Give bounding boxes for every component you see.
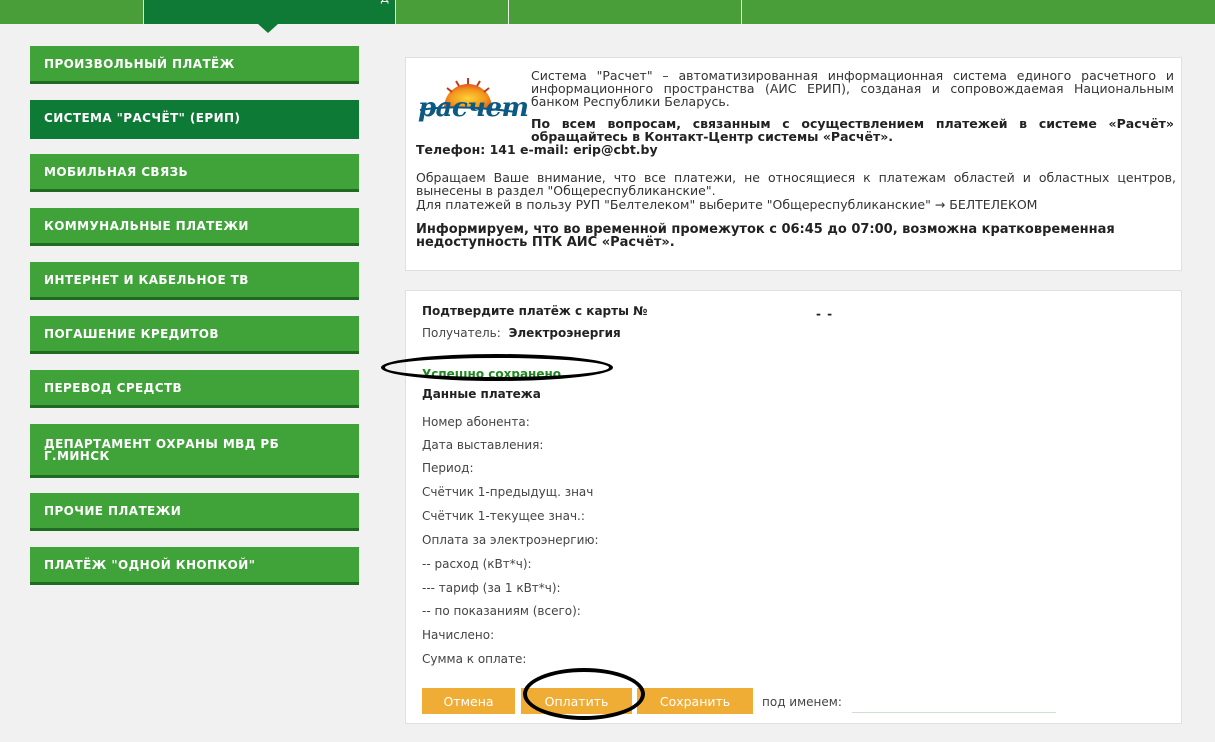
contact-details: Телефон: 141 e-mail: erip@cbt.by — [416, 142, 658, 157]
sidebar-item-loans[interactable]: ПОГАШЕНИЕ КРЕДИТОВ — [30, 316, 359, 354]
payment-details-title: Данные платежа — [422, 387, 541, 401]
logo-text: расчет — [418, 93, 529, 123]
sidebar-item-label: СИСТЕМА "РАСЧЁТ" (ЕРИП) — [44, 111, 241, 125]
card-number-masked: - - — [816, 307, 834, 321]
sidebar-item-label: ПЕРЕВОД СРЕДСТВ — [44, 380, 183, 395]
sidebar-item-label: ПЛАТЁЖ "ОДНОЙ КНОПКОЙ" — [44, 557, 256, 572]
cancel-button[interactable]: Отмена — [422, 688, 515, 714]
annotation-circle — [381, 354, 613, 381]
sidebar-item-label: ИНТЕРНЕТ И КАБЕЛЬНОЕ ТВ — [44, 272, 249, 287]
save-button[interactable]: Сохранить — [637, 688, 753, 714]
recipient-label: Получатель: — [422, 326, 501, 340]
field-by-readings-total: -- по показаниям (всего): — [422, 604, 581, 618]
recipient-value: Электроэнергия — [508, 326, 621, 340]
sidebar-item-mobile[interactable]: МОБИЛЬНАЯ СВЯЗЬ — [30, 154, 359, 192]
top-nav-tab[interactable] — [508, 0, 741, 24]
contact-center-notice: По всем вопросам, связанным с осуществле… — [531, 116, 1174, 144]
sidebar-item-label: МОБИЛЬНАЯ СВЯЗЬ — [44, 164, 189, 179]
field-subscriber-number: Номер абонента: — [422, 415, 530, 429]
sidebar-item-label: ПОГАШЕНИЕ КРЕДИТОВ — [44, 326, 219, 341]
field-amount-due: Сумма к оплате: — [422, 652, 527, 666]
sidebar-item-transfers[interactable]: ПЕРЕВОД СРЕДСТВ — [30, 370, 359, 408]
sidebar-item-label: ПРОИЗВОЛЬНЫЙ ПЛАТЁЖ — [44, 56, 235, 71]
top-nav-tab-label: Д — [380, 0, 389, 5]
field-meter-current: Счётчик 1-текущее знач.: — [422, 509, 585, 523]
maintenance-notice: Информируем, что во временной промежуток… — [416, 222, 1115, 250]
field-consumption: -- расход (кВт*ч): — [422, 557, 532, 571]
sidebar-item-security-dept[interactable]: ДЕПАРТАМЕНТ ОХРАНЫ МВД РБ Г.МИНСК — [30, 424, 359, 478]
save-name-input[interactable] — [852, 689, 1056, 713]
sidebar-item-other[interactable]: ПРОЧИЕ ПЛАТЕЖИ — [30, 493, 359, 531]
field-period: Период: — [422, 461, 474, 475]
top-nav-bar: Д — [0, 0, 1215, 33]
recipient-row: Получатель: Электроэнергия — [422, 326, 621, 340]
top-nav-tab[interactable] — [395, 0, 508, 24]
field-issue-date: Дата выставления: — [422, 438, 544, 452]
payment-confirmation-form: Подтвердите платёж с карты № - - Получат… — [381, 290, 1182, 724]
beltelecom-notice: Для платежей в пользу РУП "Белтелеком" в… — [416, 197, 1038, 212]
sidebar-item-label: ПРОЧИЕ ПЛАТЕЖИ — [44, 503, 182, 518]
system-description: Система "Расчет" – автоматизированная ин… — [531, 68, 1174, 109]
field-electricity-payment: Оплата за электроэнергию: — [422, 533, 599, 547]
field-meter-previous: Счётчик 1-предыдущ. знач — [422, 485, 594, 499]
sidebar-item-arbitrary-payment[interactable]: ПРОИЗВОЛЬНЫЙ ПЛАТЁЖ — [30, 46, 359, 84]
confirm-card-label: Подтвердите платёж с карты № — [422, 304, 648, 318]
field-accrued: Начислено: — [422, 628, 495, 642]
save-name-label: под именем: — [762, 695, 842, 709]
sidebar-item-label: ДЕПАРТАМЕНТ ОХРАНЫ МВД РБ Г.МИНСК — [44, 436, 280, 463]
pay-button[interactable]: Оплатить — [521, 688, 632, 714]
field-tariff: --- тариф (за 1 кВт*ч): — [422, 581, 561, 595]
sidebar-item-internet-tv[interactable]: ИНТЕРНЕТ И КАБЕЛЬНОЕ ТВ — [30, 262, 359, 300]
sidebar-item-one-click[interactable]: ПЛАТЁЖ "ОДНОЙ КНОПКОЙ" — [30, 547, 359, 585]
erip-info-panel: расчет Система "Расчет" – автоматизирова… — [405, 57, 1182, 271]
sidebar-item-erip[interactable]: СИСТЕМА "РАСЧЁТ" (ЕРИП) — [30, 100, 359, 139]
sidebar-item-label: КОММУНАЛЬНЫЕ ПЛАТЕЖИ — [44, 218, 249, 233]
top-nav-tab-active[interactable]: Д — [143, 0, 395, 24]
sidebar-item-utilities[interactable]: КОММУНАЛЬНЫЕ ПЛАТЕЖИ — [30, 208, 359, 246]
top-nav-tab[interactable] — [741, 0, 1215, 24]
active-tab-pointer — [258, 24, 278, 33]
raschet-logo: расчет — [416, 68, 529, 134]
regional-payments-notice: Обращаем Ваше внимание, что все платежи,… — [416, 170, 1176, 198]
